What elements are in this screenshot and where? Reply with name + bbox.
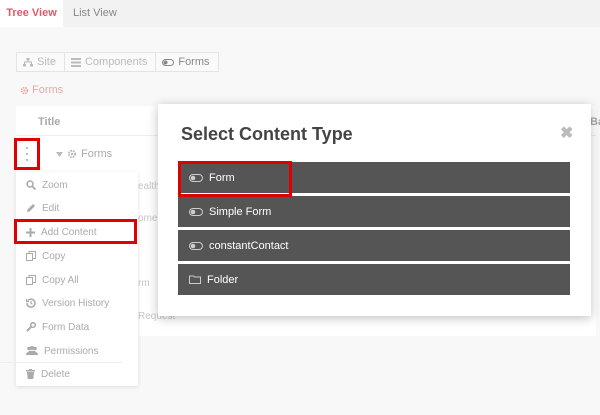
sitemap-icon <box>23 57 33 66</box>
menu-item-delete[interactable]: Delete <box>16 363 138 385</box>
section-label: Forms <box>20 84 63 96</box>
gear-icon <box>67 149 77 159</box>
form-option-highlight <box>178 161 292 197</box>
breadcrumb-components-label: Components <box>84 56 148 68</box>
menu-divider <box>0 362 122 363</box>
menu-item-edit[interactable]: Edit <box>16 197 138 219</box>
option-simple-form[interactable]: Simple Form <box>178 196 570 227</box>
toggle-icon <box>189 241 203 250</box>
row-label: Forms <box>81 148 113 160</box>
copy-icon <box>26 251 36 261</box>
list-icon <box>70 57 81 67</box>
kebab-dot <box>26 153 28 155</box>
breadcrumb: Site Components Forms <box>16 52 219 72</box>
history-icon <box>26 298 36 308</box>
option-label: Folder <box>207 273 239 286</box>
list-item: ealth <box>138 181 160 192</box>
users-icon <box>26 346 38 355</box>
menu-item-label: Version History <box>42 297 110 309</box>
caret-down-icon <box>56 151 63 157</box>
copy-all-icon <box>26 275 36 285</box>
list-item: ome <box>138 213 158 224</box>
trash-icon <box>26 369 35 379</box>
close-icon[interactable]: ✖ <box>560 123 573 143</box>
pencil-icon <box>27 204 35 212</box>
option-label: constantContact <box>209 239 289 252</box>
add-content-highlight <box>14 219 137 244</box>
option-constant-contact[interactable]: constantContact <box>178 230 570 261</box>
toggle-icon <box>189 207 203 216</box>
dialog-title: Select Content Type <box>181 124 353 144</box>
menu-item-copy-all[interactable]: Copy All <box>16 269 138 291</box>
kebab-dot <box>26 147 28 149</box>
menu-item-zoom[interactable]: Zoom <box>16 174 138 196</box>
select-content-type-dialog: Select Content Type ✖ Form Simple Form c… <box>158 104 591 316</box>
kebab-dot <box>26 159 28 161</box>
breadcrumb-forms[interactable]: Forms <box>156 53 217 71</box>
menu-item-label: Form Data <box>42 321 90 333</box>
folder-icon <box>189 275 201 284</box>
menu-item-label: Copy <box>42 250 66 262</box>
column-title[interactable]: Title <box>38 116 60 128</box>
menu-item-version-history[interactable]: Version History <box>16 292 138 314</box>
row-actions-button[interactable] <box>14 138 40 170</box>
table-row[interactable]: Forms <box>56 148 112 160</box>
menu-item-label: Edit <box>42 202 60 214</box>
menu-item-permissions[interactable]: Permissions <box>16 340 138 362</box>
context-menu: Zoom Edit Add Content Copy Copy All Vers… <box>16 172 138 386</box>
tab-list-view[interactable]: List View <box>73 0 117 27</box>
menu-item-label: Zoom <box>42 179 68 191</box>
toggle-icon <box>162 58 175 66</box>
column-header-right: Ba <box>590 116 600 128</box>
view-tab-bar: Tree View List View <box>0 0 600 27</box>
zoom-icon <box>26 180 36 190</box>
option-folder[interactable]: Folder <box>178 264 570 295</box>
breadcrumb-forms-label: Forms <box>178 56 210 68</box>
gear-icon <box>20 86 29 94</box>
breadcrumb-components[interactable]: Components <box>65 53 157 71</box>
breadcrumb-site-label: Site <box>37 56 56 68</box>
menu-item-label: Delete <box>41 368 70 380</box>
option-label: Simple Form <box>209 205 272 218</box>
section-label-text: Forms <box>32 84 64 96</box>
menu-item-label: Permissions <box>44 345 99 357</box>
list-item: rm <box>138 278 150 289</box>
menu-item-form-data[interactable]: Form Data <box>16 316 138 338</box>
menu-item-label: Copy All <box>42 274 79 286</box>
tab-tree-view[interactable]: Tree View <box>0 0 63 27</box>
breadcrumb-site[interactable]: Site <box>17 53 65 71</box>
menu-item-copy[interactable]: Copy <box>16 245 138 267</box>
wrench-icon <box>26 322 36 332</box>
